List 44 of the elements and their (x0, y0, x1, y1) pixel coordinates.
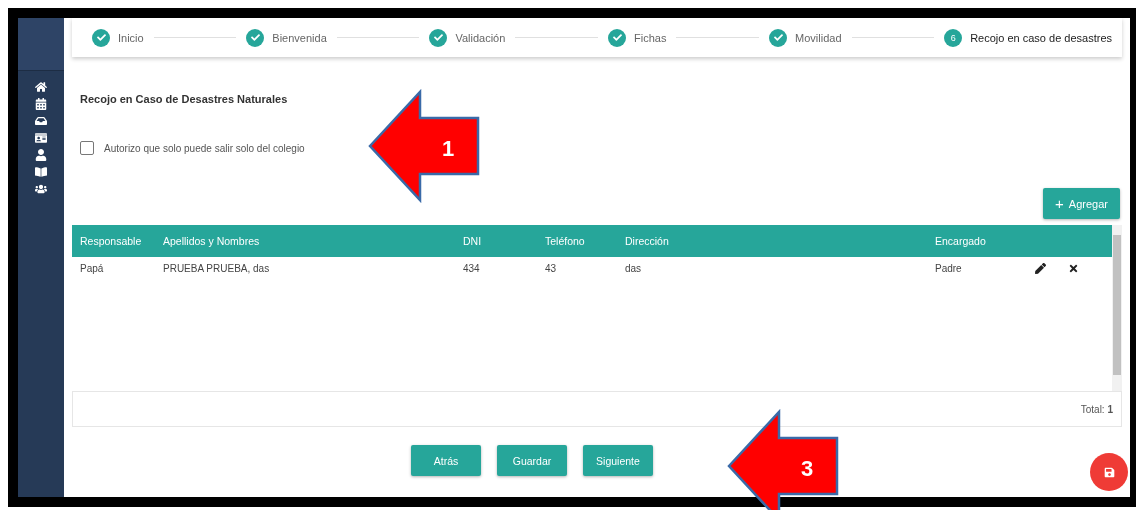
checkbox[interactable] (80, 141, 94, 155)
step[interactable]: Fichas (608, 28, 667, 47)
close-icon[interactable] (1068, 262, 1079, 274)
column-header: Encargado (934, 235, 987, 247)
table-cell-text: Padre (934, 262, 963, 274)
edit-icon[interactable] (1035, 262, 1046, 274)
step-number: 6 (944, 28, 963, 47)
total-count: Total: 1 (1080, 403, 1113, 415)
section-title: Recojo en Caso de Desastres Naturales (80, 93, 289, 105)
book-icon[interactable] (35, 166, 47, 178)
callout-number: 1 (441, 136, 455, 161)
table-cell-text: PRUEBA PRUEBA, das (162, 262, 271, 274)
table-cell-text: das (624, 262, 643, 274)
column-header: Teléfono (544, 235, 586, 247)
column-header: Responsable (79, 235, 143, 247)
user-icon[interactable] (35, 149, 47, 161)
users-icon[interactable] (35, 183, 47, 195)
step-label: Inicio (118, 31, 144, 44)
step[interactable]: Inicio (92, 28, 144, 47)
step-label: Movilidad (795, 31, 842, 44)
save-icon (1103, 466, 1115, 478)
column-header: Apellidos y Nombres (162, 235, 261, 247)
table-cell-text: 43 (544, 262, 558, 274)
step[interactable]: Validación (429, 28, 506, 47)
id-card-icon[interactable] (35, 132, 47, 144)
column-header: Dirección (624, 235, 670, 247)
step-label: Recojo en caso de desastres (970, 31, 1113, 44)
calendar-icon[interactable] (35, 98, 47, 110)
table-cell-text: 434 (462, 262, 481, 274)
step-label: Fichas (634, 31, 667, 44)
save-button[interactable] (1090, 453, 1128, 491)
column-header: DNI (462, 235, 483, 247)
logo-area (18, 18, 64, 71)
step-label: Validación (455, 31, 506, 44)
inbox-icon[interactable] (35, 115, 47, 127)
table-cell-text: Papá (79, 262, 105, 274)
step[interactable]: Movilidad (769, 28, 842, 47)
step[interactable]: 6 Recojo en caso de desastres (944, 28, 1113, 47)
home-icon[interactable] (35, 81, 47, 93)
step[interactable]: Bienvenida (246, 28, 327, 47)
step-label: Bienvenida (272, 31, 327, 44)
checkbox-label: Autorizo que solo puede salir solo del colegio (104, 142, 305, 154)
scrollbar[interactable] (1112, 225, 1122, 391)
callout-number: 3 (800, 456, 814, 481)
